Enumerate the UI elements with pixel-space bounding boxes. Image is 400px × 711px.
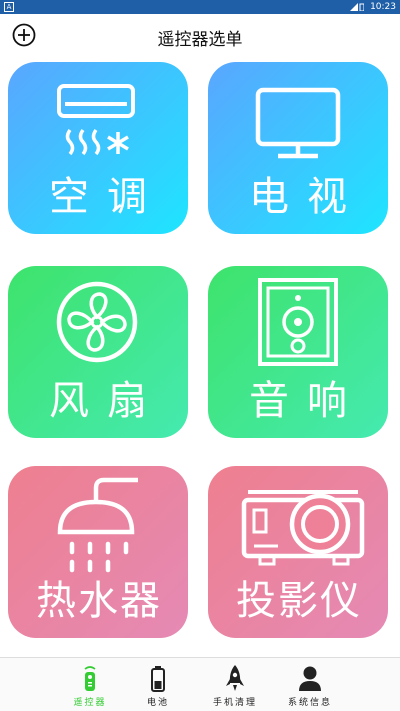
bottom-tab-bar: 遥控器 电池 手机清理 系统信息 (0, 657, 400, 711)
remote-icon (84, 666, 96, 691)
page-title: 遥控器选单 (157, 30, 243, 50)
tile-label: 电视 (249, 174, 365, 220)
tile-label: 热水器 (36, 578, 162, 624)
notification-icon: A (4, 2, 14, 12)
tile-speaker[interactable]: 音响 (208, 266, 388, 438)
tab-system-info[interactable]: 系统信息 (260, 658, 360, 711)
tile-water-heater[interactable]: 热水器 (8, 466, 188, 638)
status-time: 10:23 (370, 2, 396, 12)
tab-label: 系统信息 (287, 698, 332, 708)
tile-fan[interactable]: 风扇 (8, 266, 188, 438)
tile-label: 风扇 (49, 378, 165, 424)
tile-label: 投影仪 (236, 578, 362, 624)
rocket-icon (226, 665, 244, 691)
tile-air-conditioner[interactable]: 空调 (8, 62, 188, 234)
header: 遥控器选单 (0, 14, 400, 56)
signal-icon (350, 3, 364, 11)
tile-projector[interactable]: 投影仪 (208, 466, 388, 638)
user-icon (299, 666, 321, 691)
tile-tv[interactable]: 电视 (208, 62, 388, 234)
tile-label: 音响 (249, 378, 365, 424)
status-bar: A 10:23 (0, 0, 400, 14)
tile-label: 空调 (49, 174, 165, 220)
battery-icon (151, 666, 165, 692)
